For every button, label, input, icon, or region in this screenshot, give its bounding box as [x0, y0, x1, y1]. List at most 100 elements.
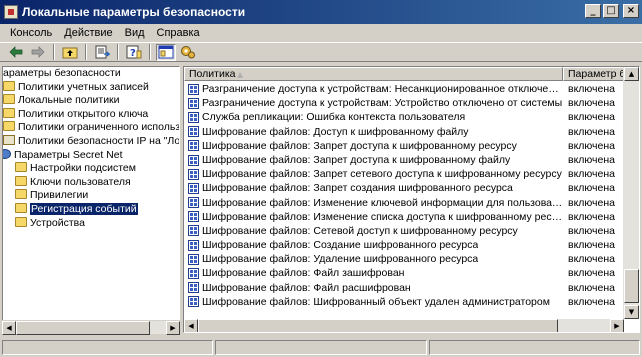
folder-icon — [3, 94, 15, 105]
policy-icon — [188, 168, 199, 180]
tree-item-security-settings[interactable]: араметры безопасности — [3, 67, 179, 81]
list-item[interactable]: Шифрование файлов: Запрет доступа к шифр… — [184, 139, 624, 153]
back-icon[interactable] — [6, 44, 26, 61]
list-item[interactable]: Шифрование файлов: Запрет доступа к шифр… — [184, 153, 624, 167]
column-header-policy[interactable]: Политика ▲ — [184, 67, 563, 81]
toolbar-separator — [53, 44, 55, 60]
list-vertical-scrollbar[interactable]: ▲ ▼ — [623, 67, 639, 319]
list-item[interactable]: Шифрование файлов: Запрет сетевого досту… — [184, 167, 624, 181]
tree-item-privileges[interactable]: Привилегии — [3, 189, 179, 203]
title-bar: Локальные параметры безопасности _ □ × — [0, 0, 642, 24]
status-section — [2, 340, 214, 355]
policy-list-pane[interactable]: Политика ▲ Параметр безо Разграничение до… — [183, 66, 640, 333]
toolbar: ? — [0, 42, 642, 62]
status-section — [428, 340, 640, 355]
list-item[interactable]: Шифрование файлов: Файл расшифрован включ… — [184, 281, 624, 295]
policy-icon — [188, 97, 199, 109]
policy-icon — [188, 154, 199, 166]
menu-bar: Консоль Действие Вид Справка — [0, 24, 642, 41]
list-item[interactable]: Шифрование файлов: Сетевой доступ к шифр… — [184, 224, 624, 238]
sort-ascending-icon: ▲ — [237, 70, 244, 79]
policy-icon — [188, 296, 199, 308]
policy-icon — [188, 211, 199, 223]
list-item[interactable]: Шифрование файлов: Запрет создания шифро… — [184, 181, 624, 195]
list-item[interactable]: Шифрование файлов: Удаление шифрованного… — [184, 252, 624, 266]
list-item[interactable]: Шифрование файлов: Файл зашифрован включе… — [184, 266, 624, 280]
scroll-left-arrow-icon[interactable]: ◀ — [2, 321, 16, 335]
scroll-left-arrow-icon[interactable]: ◀ — [184, 319, 198, 332]
folder-icon — [15, 216, 27, 227]
folder-icon — [3, 80, 15, 91]
policy-icon — [188, 197, 199, 209]
list-item[interactable]: Шифрование файлов: Шифрованный объект уд… — [184, 295, 624, 309]
tree-item-subsystems[interactable]: Настройки подсистем — [3, 162, 179, 176]
tree-item-local-policies[interactable]: Локальные политики — [3, 94, 179, 108]
menu-console[interactable]: Консоль — [4, 27, 58, 39]
tree-item-ip-security[interactable]: Политики безопасности IP на "Локальн — [3, 134, 179, 149]
up-folder-icon[interactable] — [60, 44, 80, 61]
list-item[interactable]: Разграничение доступа к устройствам: Уст… — [184, 96, 624, 110]
policy-icon — [188, 282, 199, 294]
menu-help[interactable]: Справка — [151, 27, 206, 39]
status-section — [215, 340, 427, 355]
folder-icon — [15, 162, 27, 173]
policy-icon — [188, 140, 199, 152]
list-item[interactable]: Шифрование файлов: Создание шифрованного… — [184, 238, 624, 252]
menu-action[interactable]: Действие — [58, 27, 118, 39]
help-icon[interactable]: ? — [124, 44, 144, 61]
folder-open-icon — [15, 202, 27, 213]
policy-icon — [188, 225, 199, 237]
policy-icon — [188, 268, 199, 280]
toolbar-separator — [85, 44, 87, 60]
tree-horizontal-scrollbar[interactable]: ◀ ▶ — [2, 320, 180, 335]
window-controls: _ □ × — [585, 4, 639, 18]
tree-item-software-restriction[interactable]: Политики ограниченного использования — [3, 121, 179, 135]
status-bar — [0, 338, 642, 357]
scroll-right-arrow-icon[interactable]: ▶ — [610, 319, 624, 332]
list-item[interactable]: Шифрование файлов: Доступ к шифрованному… — [184, 125, 624, 139]
scroll-down-arrow-icon[interactable]: ▼ — [624, 305, 639, 319]
export-list-icon[interactable] — [92, 44, 112, 61]
scroll-thumb[interactable] — [198, 319, 558, 332]
ip-security-icon — [3, 134, 15, 145]
close-button[interactable]: × — [623, 4, 639, 18]
list-item[interactable]: Шифрование файлов: Изменение списка дост… — [184, 210, 624, 224]
maximize-button[interactable]: □ — [603, 4, 619, 18]
list-item[interactable]: Шифрование файлов: Изменение ключевой ин… — [184, 196, 624, 210]
scroll-thumb[interactable] — [16, 321, 150, 335]
forward-icon[interactable] — [28, 44, 48, 61]
scroll-up-arrow-icon[interactable]: ▲ — [624, 67, 639, 81]
policy-icon — [188, 126, 199, 138]
svg-text:?: ? — [130, 48, 136, 59]
properties-icon[interactable] — [178, 44, 198, 61]
toolbar-separator — [149, 44, 151, 60]
scroll-thumb[interactable] — [624, 269, 639, 303]
list-item[interactable]: Разграничение доступа к устройствам: Нес… — [184, 82, 624, 96]
tree-pane[interactable]: араметры безопасности Политики учетных з… — [2, 66, 180, 333]
policy-rows: Разграничение доступа к устройствам: Нес… — [184, 82, 624, 309]
tree-item-devices[interactable]: Устройства — [3, 216, 179, 231]
list-horizontal-scrollbar[interactable]: ◀ ▶ — [184, 319, 624, 332]
tree-item-secret-net[interactable]: Параметры Secret Net — [3, 148, 179, 163]
secret-net-icon — [3, 148, 11, 159]
tree-item-user-keys[interactable]: Ключи пользователя — [3, 175, 179, 190]
folder-icon — [15, 189, 27, 200]
policy-icon — [188, 182, 199, 194]
minimize-button[interactable]: _ — [585, 4, 601, 18]
list-header: Политика ▲ Параметр безо — [184, 67, 639, 81]
tree-item-public-key-policies[interactable]: Политики открытого ключа — [3, 107, 179, 122]
folder-icon — [3, 121, 15, 132]
tree-item-account-policies[interactable]: Политики учетных записей — [3, 80, 179, 95]
show-tree-icon[interactable] — [156, 43, 176, 61]
policy-icon — [188, 239, 199, 251]
policy-icon — [188, 83, 199, 95]
security-settings-app-icon — [4, 5, 18, 19]
folder-icon — [3, 107, 15, 118]
scroll-right-arrow-icon[interactable]: ▶ — [166, 321, 180, 335]
menu-view[interactable]: Вид — [119, 27, 151, 39]
window-title: Локальные параметры безопасности — [22, 5, 246, 19]
list-item[interactable]: Служба репликации: Ошибка контекста поль… — [184, 110, 624, 124]
policy-icon — [188, 111, 199, 123]
toolbar-separator — [117, 44, 119, 60]
tree-item-event-logging[interactable]: Регистрация событий — [3, 202, 179, 217]
